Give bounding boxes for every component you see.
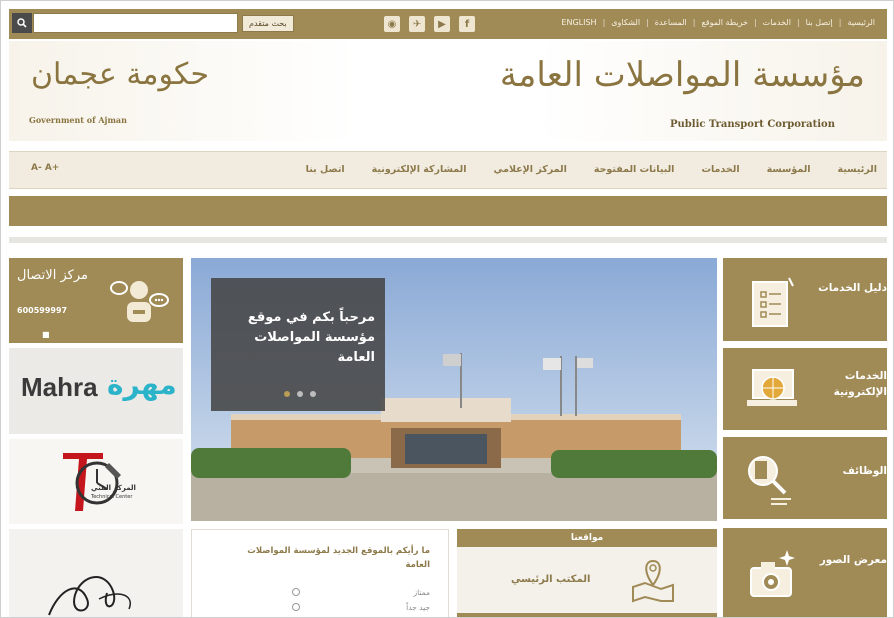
mahra-logo-latin: Mahra [21, 372, 98, 402]
slider-caption: مرحباً بكم في موقع مؤسسة المواصلات العام… [211, 278, 385, 411]
poll-box: ما رأيكم بالموقع الجديد لمؤسسة المواصلات… [191, 529, 449, 617]
ptc-logo-text: Public Transport Corporation [669, 119, 835, 130]
page: بحث متقدم ◉ ✈ ▶ f الرئيسية | إتصل بنا | … [0, 0, 894, 618]
font-size-controls[interactable]: A- A+ [31, 163, 59, 173]
slider-dot[interactable] [284, 391, 290, 397]
job-search-icon [748, 456, 791, 505]
separator: | [692, 18, 696, 27]
nav-item-corporation[interactable]: المؤسسة [767, 164, 811, 175]
locations-footer-bar [457, 613, 717, 617]
top-link-help[interactable]: المساعدة [649, 18, 693, 27]
poll-option-label: ممتاز [413, 588, 430, 597]
slider-caption-text: مرحباً بكم في موقع مؤسسة المواصلات العام… [247, 310, 375, 365]
technical-center-logo [63, 453, 121, 511]
slider-dot[interactable] [310, 391, 316, 397]
mahra-logo-arabic: مهرة [107, 368, 177, 401]
services-guide-tile[interactable]: دليل الخدمات [723, 258, 887, 341]
e-services-tile[interactable]: الخدمات الإلكترونية [723, 348, 887, 430]
camera-icon [750, 550, 795, 597]
poll-radio-very-good[interactable] [292, 603, 300, 611]
jobs-label: الوظائف [842, 465, 887, 477]
locations-box: مواقعنا المكتب الرئيسي [457, 529, 717, 617]
top-link-contact[interactable]: إتصل بنا [800, 18, 839, 27]
contact-phone: 600599997 [17, 306, 68, 315]
instagram-icon[interactable]: ◉ [384, 16, 400, 32]
search-button[interactable] [12, 13, 32, 33]
jobs-tile[interactable]: الوظائف [723, 437, 887, 519]
twitter-icon[interactable]: ✈ [409, 16, 425, 32]
top-link-services[interactable]: الخدمات [757, 18, 797, 27]
call-center-icon [110, 281, 169, 322]
technical-center-banner[interactable]: المركز الفني Technical Center [9, 439, 183, 524]
technical-center-english: Technical Center [91, 494, 133, 500]
poll-question: ما رأيكم بالموقع الجديد لمؤسسة المواصلات… [247, 546, 430, 570]
top-link-english[interactable]: ENGLISH [555, 18, 602, 27]
contact-phone-mark: ■ [42, 330, 50, 339]
nav-item-media-center[interactable]: المركز الإعلامي [493, 164, 566, 175]
nav-item-services[interactable]: الخدمات [701, 164, 739, 175]
map-pin-icon [632, 559, 674, 603]
signature-banner[interactable] [9, 529, 183, 617]
technical-center-arabic: المركز الفني [91, 484, 136, 492]
separator: | [838, 18, 842, 27]
top-bar: بحث متقدم ◉ ✈ ▶ f الرئيسية | إتصل بنا | … [9, 9, 887, 39]
computer-globe-icon [747, 369, 797, 406]
separator: | [753, 18, 757, 27]
poll-radio-excellent[interactable] [292, 588, 300, 596]
ptc-logo[interactable]: مؤسسة المواصلات العامة [500, 55, 865, 95]
photo-gallery-label: معرض الصور [819, 554, 887, 566]
contact-center-title: مركز الاتصال [17, 268, 88, 283]
services-guide-label: دليل الخدمات [818, 282, 887, 294]
poll-option-label: جيد جداً [406, 603, 430, 612]
mahra-banner[interactable]: Mahra مهرة [9, 348, 183, 434]
signature-graphic [48, 576, 131, 616]
separator: | [646, 18, 649, 27]
nav-item-contact-us[interactable]: اتصل بنا [306, 164, 345, 175]
hero-slider[interactable]: مرحباً بكم في موقع مؤسسة المواصلات العام… [191, 258, 717, 521]
divider [9, 237, 887, 243]
top-links: الرئيسية | إتصل بنا | الخدمات | خريطة ال… [555, 18, 881, 27]
government-logo-text: Government of Ajman [29, 115, 127, 125]
search-icon [17, 18, 27, 28]
main-office-link[interactable]: المكتب الرئيسي [511, 574, 590, 585]
poll-option-very-good[interactable]: جيد جداً [406, 603, 430, 612]
contact-center-tile[interactable]: مركز الاتصال 600599997 ■ [9, 258, 183, 343]
separator: | [796, 18, 800, 27]
government-logo[interactable]: حكومة عجمان [31, 57, 209, 92]
youtube-icon[interactable]: ▶ [434, 16, 450, 32]
poll-option-excellent[interactable]: ممتاز [413, 588, 430, 597]
top-link-sitemap[interactable]: خريطة الموقع [695, 18, 753, 27]
separator: | [602, 18, 606, 27]
locations-title: مواقعنا [457, 529, 717, 547]
top-link-complaints[interactable]: الشكاوى [605, 18, 646, 27]
main-nav: الرئيسية المؤسسة الخدمات البيانات المفتو… [9, 151, 887, 189]
e-services-label: الخدمات الإلكترونية [833, 370, 887, 398]
checklist-icon [752, 277, 794, 327]
site-header: حكومة عجمان Government of Ajman مؤسسة ال… [9, 41, 887, 141]
facebook-icon[interactable]: f [459, 16, 475, 32]
nav-item-open-data[interactable]: البيانات المفتوحة [594, 164, 675, 175]
top-link-home[interactable]: الرئيسية [841, 18, 881, 27]
slider-dots [284, 391, 316, 397]
nav-items: الرئيسية المؤسسة الخدمات البيانات المفتو… [306, 164, 877, 175]
search-input[interactable] [33, 13, 238, 33]
advanced-search-button[interactable]: بحث متقدم [242, 15, 294, 32]
social-links: ◉ ✈ ▶ f [384, 16, 475, 32]
banner-strip [9, 196, 887, 226]
nav-item-home[interactable]: الرئيسية [838, 164, 877, 175]
slider-dot[interactable] [297, 391, 303, 397]
photo-gallery-tile[interactable]: معرض الصور [723, 528, 887, 617]
nav-item-e-participation[interactable]: المشاركة الإلكترونية [372, 164, 467, 175]
